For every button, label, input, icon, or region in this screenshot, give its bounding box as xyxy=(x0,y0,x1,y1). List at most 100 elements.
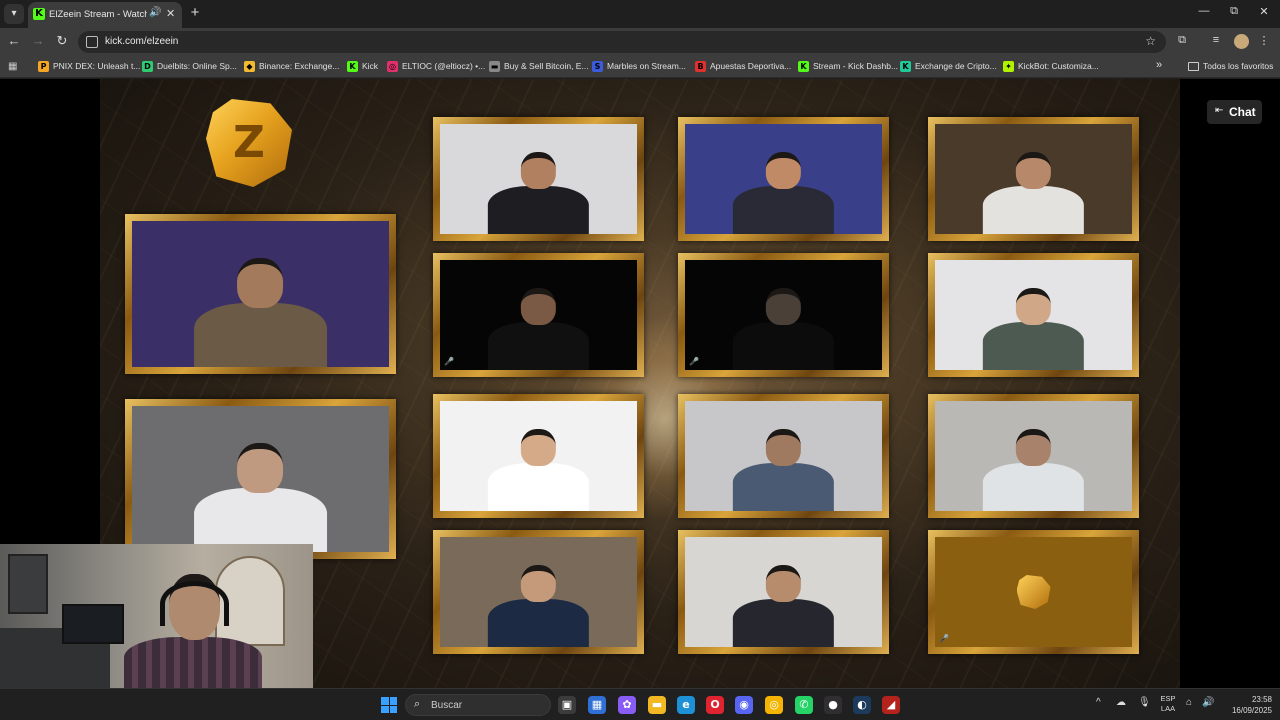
bookmark-favicon-icon: K xyxy=(798,61,809,72)
kick-icon: K xyxy=(33,8,45,20)
video-feed: 🎤 xyxy=(685,260,882,370)
close-window-button[interactable]: ✕ xyxy=(1256,5,1272,18)
task-view-icon[interactable]: ▣ xyxy=(558,696,576,714)
bookmark-favicon-icon: S xyxy=(592,61,603,72)
streamer-figure xyxy=(118,574,268,688)
forward-button[interactable]: → xyxy=(30,33,46,48)
video-tile-empty: 🎤 xyxy=(928,530,1139,654)
chat-button-label: Chat xyxy=(1229,105,1256,119)
participant-figure xyxy=(728,151,838,235)
browser-tab-strip: ▾ K ElZeein Stream - Watch Live 🔊 ✕ + — … xyxy=(0,0,1280,28)
search-icon: ⌕ xyxy=(414,698,421,710)
chat-toggle-button[interactable]: ⇤ Chat xyxy=(1207,100,1262,124)
video-feed: 🎤 xyxy=(935,537,1132,647)
explorer-icon[interactable]: ▬ xyxy=(648,696,666,714)
reload-button[interactable]: ↻ xyxy=(54,33,70,49)
taskbar-clock[interactable]: 23:58 16/09/2025 xyxy=(1222,694,1272,716)
video-feed xyxy=(440,537,637,647)
z-logo-small-icon xyxy=(1016,575,1051,609)
bookmark-favicon-icon: ✦ xyxy=(1003,61,1014,72)
participant-head xyxy=(520,428,557,467)
language-indicator[interactable]: ESP LAA xyxy=(1158,694,1178,714)
network-icon[interactable]: ⌂ xyxy=(1186,697,1192,708)
windows-taskbar: ⌕ Buscar ▣ ▦ ✿ ▬ e O ◉ ◎ ✆ ● ◐ ◢ ^ ☁ 🎙 ESP LAA ⌂ 🔊 … xyxy=(0,688,1280,720)
tray-chevron-icon[interactable]: ^ xyxy=(1096,697,1101,708)
participant-body xyxy=(732,599,835,647)
obs-icon[interactable]: ● xyxy=(824,696,842,714)
new-tab-button[interactable]: + xyxy=(188,4,202,21)
participant-figure xyxy=(189,257,333,368)
participant-figure xyxy=(483,564,593,648)
volume-icon[interactable]: 🔊 xyxy=(1202,697,1214,708)
participant-body xyxy=(982,322,1085,370)
participant-head xyxy=(237,257,284,308)
whatsapp-icon[interactable]: ✆ xyxy=(795,696,813,714)
bookmark-label: PNIX DEX: Unleash t... xyxy=(53,61,141,71)
clock-time: 23:58 xyxy=(1251,695,1272,704)
tab-search-icon[interactable]: ▾ xyxy=(4,4,24,24)
video-feed xyxy=(935,260,1132,370)
opera-icon[interactable]: O xyxy=(706,696,724,714)
headphones-icon xyxy=(160,580,229,627)
bookmark-star-icon[interactable]: ☆ xyxy=(1145,34,1156,48)
copilot-icon[interactable]: ✿ xyxy=(618,696,636,714)
video-tile-p8 xyxy=(678,394,889,518)
extensions-icon[interactable]: ⧉ xyxy=(1174,34,1190,47)
close-tab-icon[interactable]: ✕ xyxy=(166,7,175,20)
apps-grid-icon[interactable]: ▦ xyxy=(8,61,17,72)
bookmark-favicon-icon: K xyxy=(347,61,358,72)
video-tile-p11 xyxy=(433,530,644,654)
edge-icon[interactable]: e xyxy=(677,696,695,714)
microphone-icon[interactable]: 🎙 xyxy=(1138,697,1151,708)
tab-elzeein[interactable]: K ElZeein Stream - Watch Live 🔊 ✕ xyxy=(28,2,182,28)
discord-icon[interactable]: ◉ xyxy=(735,696,753,714)
steam-icon[interactable]: ◐ xyxy=(853,696,871,714)
video-tile-p1 xyxy=(433,117,644,241)
bookmark-label: Apuestas Deportiva... xyxy=(710,61,792,71)
back-button[interactable]: ← xyxy=(6,33,22,48)
participant-body xyxy=(732,463,835,511)
search-placeholder: Buscar xyxy=(431,700,463,711)
dota-icon[interactable]: ◢ xyxy=(882,696,900,714)
video-tile-p4: 🎤 xyxy=(433,253,644,377)
cloud-icon[interactable]: ☁ xyxy=(1116,697,1126,708)
media-controls-icon[interactable]: ≡ xyxy=(1208,34,1224,46)
webcam-monitor xyxy=(62,604,124,644)
minimize-button[interactable]: — xyxy=(1196,5,1212,17)
site-info-icon[interactable] xyxy=(86,36,98,48)
muted-mic-icon: 🎤 xyxy=(444,357,454,366)
video-tile-p7 xyxy=(433,394,644,518)
windows-start-icon[interactable] xyxy=(381,697,397,713)
participant-body xyxy=(732,186,835,234)
participant-body xyxy=(732,322,835,370)
menu-icon[interactable]: ⋮ xyxy=(1256,34,1272,47)
video-feed xyxy=(685,401,882,511)
chrome-icon[interactable]: ◎ xyxy=(765,696,783,714)
bookmark-favicon-icon: ▬ xyxy=(489,61,500,72)
participant-figure xyxy=(728,428,838,512)
video-tile-p12 xyxy=(678,530,889,654)
video-tile-p2 xyxy=(678,117,889,241)
store-icon[interactable]: ▦ xyxy=(588,696,606,714)
streamer-webcam xyxy=(0,544,313,688)
participant-head xyxy=(520,151,557,190)
video-feed xyxy=(935,401,1132,511)
participant-figure xyxy=(483,151,593,235)
address-bar[interactable]: kick.com/elzeein ☆ xyxy=(78,31,1166,53)
video-feed: 🎤 xyxy=(440,260,637,370)
muted-mic-icon: 🎤 xyxy=(939,634,949,643)
bookmarks-more-icon[interactable]: » xyxy=(1156,59,1162,71)
taskbar-search[interactable]: ⌕ Buscar xyxy=(405,694,551,716)
bookmark-label: Exchange de Cripto... xyxy=(915,61,997,71)
bookmark-label: Duelbits: Online Sp... xyxy=(157,61,237,71)
bookmark-label: Binance: Exchange... xyxy=(259,61,340,71)
z-logo-icon: Z xyxy=(206,99,292,187)
video-tile-host xyxy=(125,214,396,374)
speaker-icon[interactable]: 🔊 xyxy=(149,7,161,18)
video-tile-p10 xyxy=(125,399,396,559)
bookmark-favicon-icon: K xyxy=(900,61,911,72)
participant-body xyxy=(487,463,590,511)
profile-avatar[interactable] xyxy=(1234,34,1249,49)
restore-button[interactable]: ⧉ xyxy=(1226,5,1242,18)
participant-body xyxy=(487,599,590,647)
